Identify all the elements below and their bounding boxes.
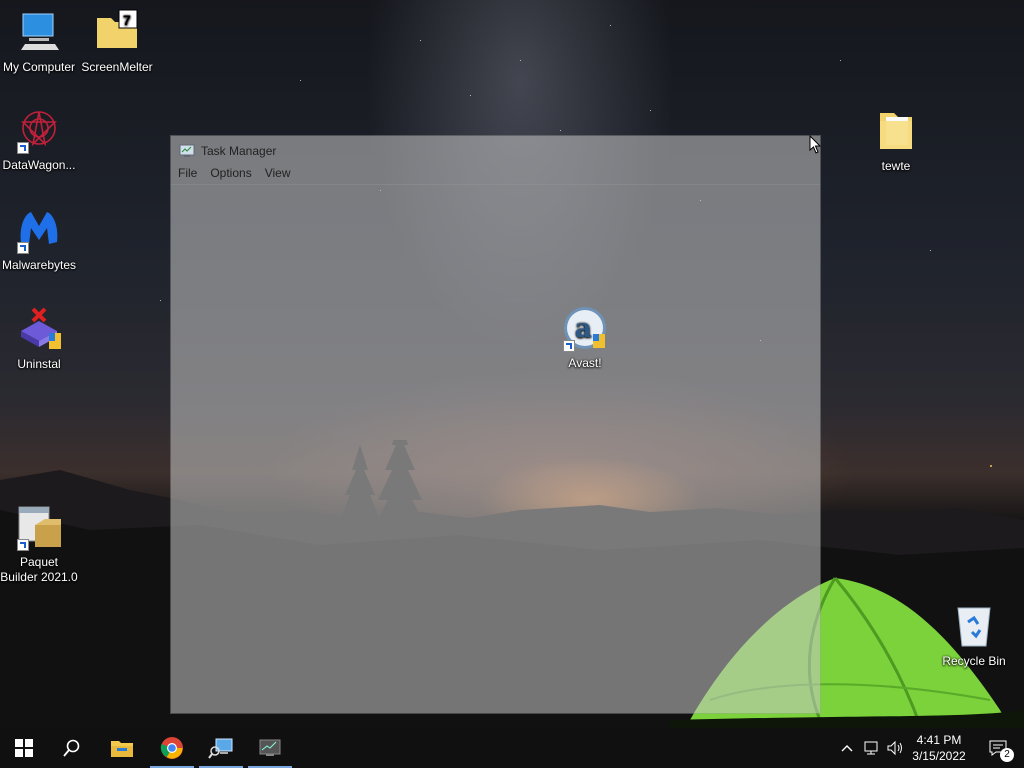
desktop-icon-recycle-bin[interactable]: Recycle Bin bbox=[935, 602, 1013, 669]
shortcut-arrow-icon bbox=[17, 142, 29, 154]
desktop-icon-label: Recycle Bin bbox=[942, 654, 1006, 668]
clock-time: 4:41 PM bbox=[916, 733, 962, 747]
desktop-icon-label: Paquet Builder 2021.0 bbox=[0, 555, 78, 584]
clock-date: 3/15/2022 bbox=[912, 749, 966, 763]
desktop-icon-my-computer[interactable]: My Computer bbox=[0, 8, 78, 75]
search-button[interactable] bbox=[48, 728, 96, 768]
network-tray-button[interactable] bbox=[860, 728, 882, 768]
notification-center-button[interactable]: 2 bbox=[978, 728, 1018, 768]
task-manager-title: Task Manager bbox=[201, 144, 277, 158]
task-manager-icon bbox=[259, 739, 281, 756]
volume-icon bbox=[887, 740, 902, 756]
shortcut-arrow-icon bbox=[17, 539, 29, 551]
desktop-icon-uninstal[interactable]: Uninstal bbox=[0, 305, 78, 372]
star bbox=[160, 300, 161, 301]
folder-icon bbox=[872, 107, 920, 155]
task-manager-icon bbox=[179, 144, 195, 157]
desktop-icon-avast[interactable]: a Avast! bbox=[546, 304, 624, 371]
desktop-icon-label: Malwarebytes bbox=[1, 258, 77, 272]
show-hidden-icons-button[interactable] bbox=[838, 728, 856, 768]
desktop-icon-label: ScreenMelter bbox=[81, 60, 153, 74]
task-manager-menubar: File Options View bbox=[171, 164, 820, 185]
network-icon bbox=[864, 741, 878, 755]
star bbox=[840, 60, 841, 61]
svg-text:7: 7 bbox=[123, 12, 131, 28]
task-manager-titlebar[interactable]: Task Manager bbox=[179, 142, 276, 160]
taskbar-file-explorer[interactable] bbox=[98, 728, 146, 768]
computer-icon bbox=[15, 8, 63, 56]
paquet-builder-icon bbox=[15, 503, 63, 551]
taskbar-task-manager[interactable] bbox=[246, 728, 294, 768]
star bbox=[300, 80, 301, 81]
star bbox=[560, 130, 561, 131]
star bbox=[650, 110, 651, 111]
desktop-icon-datawagon[interactable]: DataWagon... bbox=[0, 106, 78, 173]
search-icon bbox=[63, 739, 80, 757]
desktop-icon-paquet-builder[interactable]: Paquet Builder 2021.0 bbox=[0, 503, 78, 585]
malwarebytes-icon bbox=[15, 206, 63, 254]
desktop-icon-label: tewte bbox=[881, 159, 911, 173]
taskbar-chrome[interactable] bbox=[148, 728, 196, 768]
windows-logo-icon bbox=[15, 739, 33, 757]
mouse-cursor-icon bbox=[809, 135, 821, 154]
chevron-up-icon bbox=[841, 745, 853, 752]
volume-tray-button[interactable] bbox=[884, 728, 906, 768]
desktop-icon-label: Avast! bbox=[568, 356, 602, 370]
file-explorer-icon bbox=[111, 741, 133, 757]
star bbox=[610, 25, 611, 26]
notification-count-badge: 2 bbox=[1000, 748, 1014, 762]
folder-icon: 7 bbox=[93, 8, 141, 56]
menu-options[interactable]: Options bbox=[203, 164, 257, 184]
desktop-icon-label: My Computer bbox=[2, 60, 76, 74]
uninstall-icon bbox=[15, 305, 63, 353]
start-button[interactable] bbox=[0, 728, 48, 768]
taskbar-network-app[interactable] bbox=[197, 728, 245, 768]
recycle-bin-icon bbox=[950, 602, 998, 650]
star bbox=[470, 95, 471, 96]
svg-text:a: a bbox=[575, 314, 592, 344]
star bbox=[420, 40, 421, 41]
avast-icon: a bbox=[561, 304, 609, 352]
shortcut-arrow-icon bbox=[563, 340, 575, 352]
datawagon-icon bbox=[15, 106, 63, 154]
desktop-icon-label: DataWagon... bbox=[2, 158, 76, 172]
desktop-icon-label: Uninstal bbox=[17, 357, 61, 371]
star bbox=[930, 250, 931, 251]
star bbox=[520, 60, 521, 61]
network-magnifier-icon bbox=[208, 738, 233, 759]
taskbar: 4:41 PM 3/15/2022 2 bbox=[0, 728, 1024, 768]
menu-file[interactable]: File bbox=[171, 164, 203, 184]
taskbar-clock[interactable]: 4:41 PM 3/15/2022 bbox=[904, 732, 974, 764]
chrome-icon bbox=[160, 737, 183, 759]
desktop-icon-screenmelter[interactable]: 7 ScreenMelter bbox=[78, 8, 156, 75]
shortcut-arrow-icon bbox=[17, 242, 29, 254]
task-manager-window[interactable]: Task Manager File Options View a Avast! bbox=[171, 136, 820, 713]
desktop-icon-tewte[interactable]: tewte bbox=[857, 107, 935, 174]
menu-view[interactable]: View bbox=[258, 164, 297, 184]
desktop-icon-malwarebytes[interactable]: Malwarebytes bbox=[0, 206, 78, 273]
